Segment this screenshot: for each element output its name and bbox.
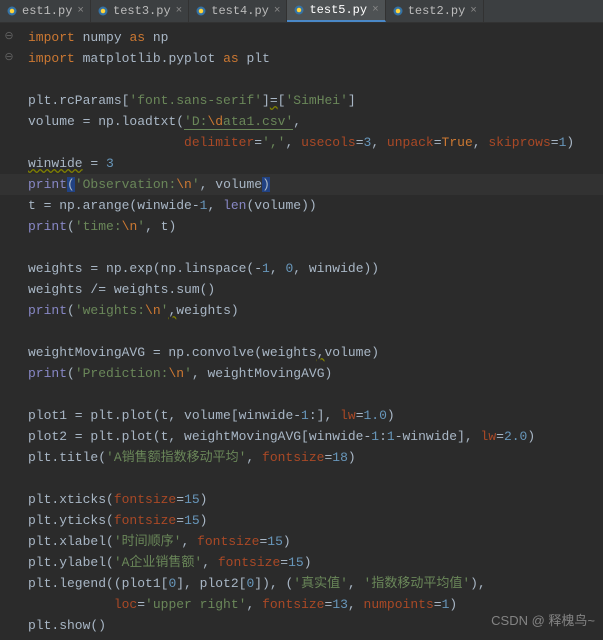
- python-icon: [293, 4, 305, 16]
- code-line[interactable]: plt.rcParams['font.sans-serif']=['SimHei…: [0, 90, 603, 111]
- code-line[interactable]: print('time:\n', t): [0, 216, 603, 237]
- code-editor[interactable]: ⊖ ⊖ import numpy as np import matplotlib…: [0, 23, 603, 640]
- code-line[interactable]: plot2 = plt.plot(t, weightMovingAVG[winw…: [0, 426, 603, 447]
- code-line[interactable]: plt.yticks(fontsize=15): [0, 510, 603, 531]
- code-line[interactable]: plot1 = plt.plot(t, volume[winwide-1:], …: [0, 405, 603, 426]
- code-line[interactable]: print('weights:\n',weights): [0, 300, 603, 321]
- code-line[interactable]: plt.legend((plot1[0], plot2[0]), ('真实值',…: [0, 573, 603, 594]
- tab-label: est1.py: [22, 4, 72, 18]
- code-line[interactable]: volume = np.loadtxt('D:\data1.csv',: [0, 111, 603, 132]
- fold-icon[interactable]: ⊖: [0, 48, 18, 69]
- fold-icon[interactable]: ⊖: [0, 27, 18, 48]
- tab-label: test3.py: [113, 4, 171, 18]
- code-line[interactable]: t = np.arange(winwide-1, len(volume)): [0, 195, 603, 216]
- code-line[interactable]: print('Observation:\n', volume): [0, 174, 603, 195]
- code-line[interactable]: weights /= weights.sum(): [0, 279, 603, 300]
- tab-label: test4.py: [211, 4, 269, 18]
- tab-test3[interactable]: test3.py ×: [91, 0, 189, 22]
- code-line[interactable]: [0, 237, 603, 258]
- close-icon[interactable]: ×: [372, 4, 379, 16]
- close-icon[interactable]: ×: [470, 5, 477, 17]
- code-line[interactable]: import matplotlib.pyplot as plt: [0, 48, 603, 69]
- tab-test2[interactable]: test2.py ×: [386, 0, 484, 22]
- code-line[interactable]: [0, 384, 603, 405]
- code-line[interactable]: plt.ylabel('A企业销售额', fontsize=15): [0, 552, 603, 573]
- watermark: CSDN @ 释槐鸟~: [491, 610, 595, 629]
- tab-label: test2.py: [408, 4, 466, 18]
- code-line[interactable]: [0, 468, 603, 489]
- close-icon[interactable]: ×: [77, 5, 84, 17]
- code-line[interactable]: import numpy as np: [0, 27, 603, 48]
- code-line[interactable]: [0, 69, 603, 90]
- tab-test4[interactable]: test4.py ×: [189, 0, 287, 22]
- python-icon: [195, 5, 207, 17]
- tab-test1[interactable]: est1.py ×: [0, 0, 91, 22]
- code-line[interactable]: weightMovingAVG = np.convolve(weights,vo…: [0, 342, 603, 363]
- python-icon: [392, 5, 404, 17]
- code-line[interactable]: delimiter=',', usecols=3, unpack=True, s…: [0, 132, 603, 153]
- code-line[interactable]: winwide = 3: [0, 153, 603, 174]
- close-icon[interactable]: ×: [274, 5, 281, 17]
- code-line[interactable]: plt.title('A销售额指数移动平均', fontsize=18): [0, 447, 603, 468]
- tab-label: test5.py: [309, 3, 367, 17]
- tab-test5[interactable]: test5.py ×: [287, 0, 385, 22]
- code-line[interactable]: plt.xlabel('时间顺序', fontsize=15): [0, 531, 603, 552]
- close-icon[interactable]: ×: [176, 5, 183, 17]
- tab-bar: est1.py × test3.py × test4.py × test5.py…: [0, 0, 603, 23]
- code-line[interactable]: weights = np.exp(np.linspace(-1, 0, winw…: [0, 258, 603, 279]
- python-icon: [97, 5, 109, 17]
- code-line[interactable]: print('Prediction:\n', weightMovingAVG): [0, 363, 603, 384]
- python-icon: [6, 5, 18, 17]
- code-line[interactable]: [0, 321, 603, 342]
- code-line[interactable]: plt.xticks(fontsize=15): [0, 489, 603, 510]
- gutter: ⊖ ⊖: [0, 27, 18, 69]
